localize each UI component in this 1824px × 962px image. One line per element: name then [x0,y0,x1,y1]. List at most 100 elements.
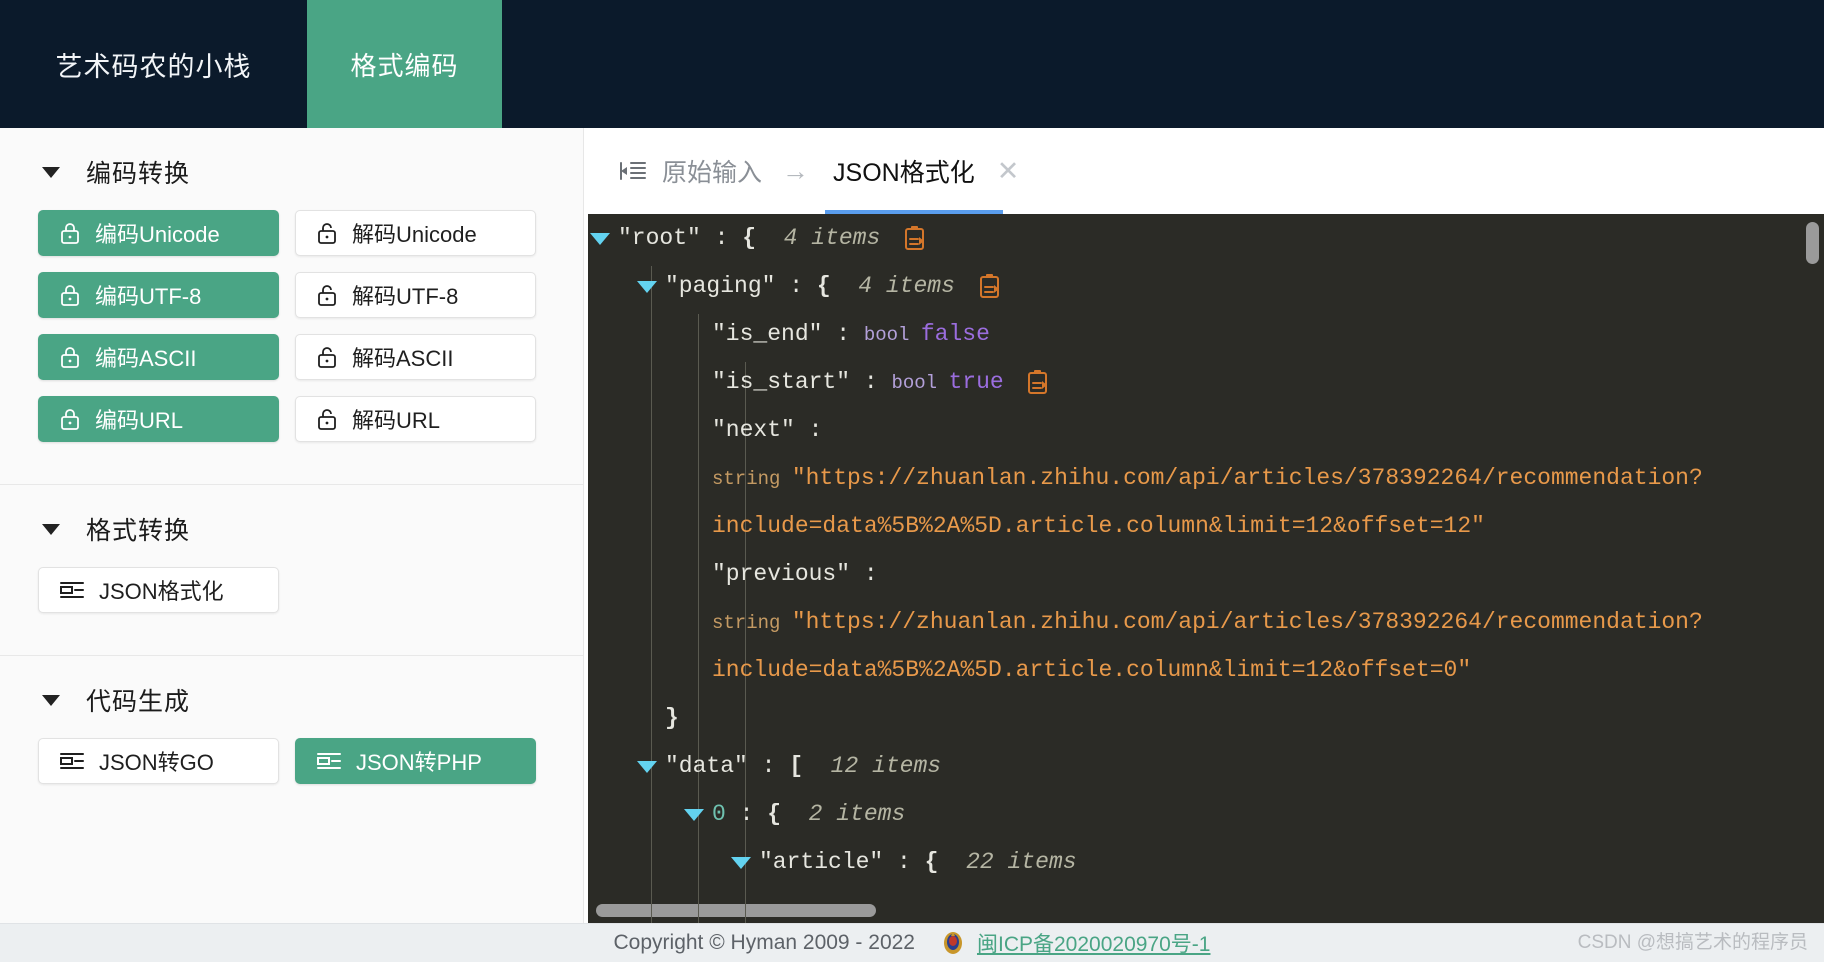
json-row[interactable]: "data" : [ 12 items [588,742,1824,790]
json-row[interactable]: "paging" : { 4 items [588,262,1824,310]
json-row-text: 0 : { 2 items [712,801,906,827]
json-row[interactable]: string "https://zhuanlan.zhihu.com/api/a… [588,598,1824,646]
sidebar-button-grid: JSON格式化 [0,567,583,647]
lock-open-icon [316,345,338,369]
copy-icon[interactable] [977,262,1002,310]
json-row-text: "previous" : [712,561,878,587]
sidebar-button-解码URL[interactable]: 解码URL [295,396,536,442]
sidebar-button-label: 编码UTF-8 [95,284,202,309]
sidebar-button-row: JSON转GO JSON转PHP [38,738,583,784]
brand-block[interactable]: 艺术码农的小栈 [0,0,307,128]
sidebar-button-JSON转GO[interactable]: JSON转GO [38,738,279,784]
sidebar-button-row: JSON格式化 [38,567,583,613]
json-row[interactable]: "article" : { 22 items [588,838,1824,886]
footer: Copyright © Hyman 2009 - 2022 闽ICP备20200… [0,923,1824,962]
sidebar-section-header[interactable]: 格式转换 [0,485,583,567]
lock-open-icon [316,283,338,307]
brand-title: 艺术码农的小栈 [55,51,252,82]
sidebar-button-row: 编码UTF-8 解码UTF-8 [38,272,583,318]
tab-raw-input-label: 原始输入 [662,159,763,187]
format-lines-icon [59,750,85,772]
json-row-text: string "https://zhuanlan.zhihu.com/api/a… [712,609,1703,635]
sidebar-button-编码UTF-8[interactable]: 编码UTF-8 [38,272,279,318]
sidebar-section: 格式转换 JSON格式化 [0,485,583,647]
topbar-filler [502,0,1824,128]
sidebar-button-row: 编码URL 解码URL [38,396,583,442]
json-row-text: "data" : [ 12 items [665,753,942,779]
sidebar-button-row: 编码Unicode 解码Unicode [38,210,583,256]
tab-json-format[interactable]: JSON格式化 ✕ [819,128,1033,214]
main-panel: 原始输入 → JSON格式化 ✕ "root" : { 4 items "pag… [584,128,1824,923]
expand-triangle-icon[interactable] [637,281,657,293]
expand-triangle-icon[interactable] [637,761,657,773]
expand-triangle-icon[interactable] [731,857,751,869]
lock-open-icon [316,407,338,431]
sidebar-section: 编码转换编码Unicode 解码Unicode 编码UTF-8 解码UTF-8 编码AS… [0,128,583,476]
json-row-text: "is_end" : bool false [712,321,990,347]
json-row[interactable]: "next" : [588,406,1824,454]
sidebar-button-编码URL[interactable]: 编码URL [38,396,279,442]
arrow-right-icon: → [782,155,810,186]
tab-json-format-label: JSON格式化 [833,159,975,187]
json-row[interactable]: "previous" : [588,550,1824,598]
lock-closed-icon [59,345,81,369]
tab-bar: 原始输入 → JSON格式化 ✕ [584,128,1824,214]
json-row-text: "is_start" : bool true [712,369,1018,395]
sidebar: 编码转换编码Unicode 解码Unicode 编码UTF-8 解码UTF-8 编码AS… [0,128,584,923]
json-row[interactable]: 0 : { 2 items [588,790,1824,838]
sidebar-button-label: 编码URL [95,408,184,433]
tab-raw-input[interactable]: 原始输入 [606,128,776,214]
sidebar-button-label: JSON转PHP [356,750,482,775]
sidebar-section-header[interactable]: 编码转换 [0,128,583,210]
expand-triangle-icon[interactable] [590,233,610,245]
caret-down-icon[interactable] [42,694,60,706]
json-row-text: } [665,705,679,731]
caret-down-icon[interactable] [42,166,60,178]
json-row-text: include=data%5B%2A%5D.article.column&lim… [712,513,1485,539]
sidebar-button-label: JSON转GO [99,750,214,775]
json-row[interactable]: "is_start" : bool true [588,358,1824,406]
sidebar-button-编码ASCII[interactable]: 编码ASCII [38,334,279,380]
json-row[interactable]: string "https://zhuanlan.zhihu.com/api/a… [588,454,1824,502]
csdn-watermark: CSDN @想搞艺术的程序员 [1577,932,1808,953]
caret-down-icon[interactable] [42,523,60,535]
sidebar-section-header[interactable]: 代码生成 [0,656,583,738]
close-icon[interactable]: ✕ [997,157,1020,185]
json-row-text: "article" : { 22 items [759,849,1077,875]
json-row[interactable]: include=data%5B%2A%5D.article.column&lim… [588,646,1824,694]
sidebar-button-解码ASCII[interactable]: 解码ASCII [295,334,536,380]
sidebar-button-label: 解码URL [352,408,441,433]
topbar-tab-label: 格式编码 [350,50,459,81]
json-row[interactable]: } [588,694,1824,742]
sidebar-button-JSON格式化[interactable]: JSON格式化 [38,567,279,613]
copy-icon[interactable] [1025,358,1050,406]
json-row-text: "paging" : { 4 items [665,273,969,299]
sidebar-button-解码Unicode[interactable]: 解码Unicode [295,210,536,256]
sidebar-button-编码Unicode[interactable]: 编码Unicode [38,210,279,256]
json-horizontal-scrollbar[interactable] [596,904,876,917]
format-lines-icon [59,579,85,601]
expand-triangle-icon[interactable] [684,809,704,821]
json-row-text: "next" : [712,417,823,443]
copy-icon[interactable] [902,214,927,262]
sidebar-button-JSON转PHP[interactable]: JSON转PHP [295,738,536,784]
lock-closed-icon [59,283,81,307]
sidebar-section-title: 代码生成 [86,688,191,716]
sidebar-button-label: 编码Unicode [95,222,220,247]
json-row[interactable]: "is_end" : bool false [588,310,1824,358]
topbar-tab-format-encode[interactable]: 格式编码 [307,0,502,128]
sidebar-button-解码UTF-8[interactable]: 解码UTF-8 [295,272,536,318]
sidebar-button-grid: 编码Unicode 解码Unicode 编码UTF-8 解码UTF-8 编码ASCII 解… [0,210,583,476]
beian-link[interactable]: 闽ICP备2020020970号-1 [977,928,1210,958]
lock-closed-icon [59,407,81,431]
json-row-text: include=data%5B%2A%5D.article.column&lim… [712,657,1472,683]
indent-lines-icon [620,160,646,182]
sidebar-button-label: 解码UTF-8 [352,284,459,309]
json-viewer[interactable]: "root" : { 4 items "paging" : { 4 items … [588,214,1824,923]
app-root: 艺术码农的小栈 格式编码 编码转换编码Unicode 解码Unicode 编码UTF… [0,0,1824,962]
json-row[interactable]: include=data%5B%2A%5D.article.column&lim… [588,502,1824,550]
sidebar-section-title: 编码转换 [86,160,191,188]
json-row[interactable]: "root" : { 4 items [588,214,1824,262]
top-bar: 艺术码农的小栈 格式编码 [0,0,1824,128]
sidebar-button-label: JSON格式化 [99,579,224,604]
